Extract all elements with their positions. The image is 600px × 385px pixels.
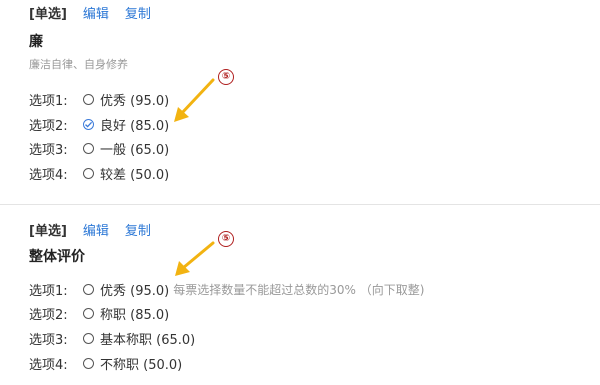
- option-row[interactable]: 选项4: 较差 (50.0): [29, 162, 169, 184]
- option-label: 选项4:: [29, 167, 68, 183]
- option-limit-hint: 每票选择数量不能超过总数的30% （向下取整): [173, 282, 425, 297]
- copy-link[interactable]: 复制: [125, 3, 151, 22]
- option-text: 一般 (65.0): [100, 142, 170, 158]
- option-text: 称职 (85.0): [100, 307, 170, 323]
- option-row[interactable]: 选项4: 不称职 (50.0): [29, 352, 182, 374]
- question-block-1: [单选] 编辑 复制 廉 廉洁自律、自身修养 选项1: 优秀 (95.0) 选项…: [0, 0, 600, 204]
- question-description: 廉洁自律、自身修养: [29, 58, 128, 71]
- option-label: 选项1:: [29, 283, 68, 299]
- option-row[interactable]: 选项1: 优秀 (95.0) 每票选择数量不能超过总数的30% （向下取整): [29, 278, 424, 300]
- radio-button[interactable]: [83, 142, 94, 154]
- radio-button[interactable]: [83, 357, 94, 369]
- edit-link[interactable]: 编辑: [83, 220, 109, 239]
- annotation-marker: ⑤: [218, 231, 234, 247]
- radio-button[interactable]: [83, 307, 94, 319]
- edit-link[interactable]: 编辑: [83, 3, 109, 22]
- option-text: 较差 (50.0): [100, 167, 170, 183]
- annotation-marker: ⑤: [218, 69, 234, 85]
- question-block-2: [单选] 编辑 复制 整体评价 选项1: 优秀 (95.0) 每票选择数量不能超…: [0, 205, 600, 385]
- option-text: 优秀 (95.0): [100, 93, 170, 109]
- option-label: 选项2:: [29, 307, 68, 323]
- radio-button[interactable]: [83, 283, 94, 295]
- radio-button[interactable]: [83, 332, 94, 344]
- option-text: 良好 (85.0): [100, 118, 170, 134]
- question-type-tag: [单选]: [29, 6, 67, 22]
- question-title: 廉: [29, 34, 43, 50]
- option-label: 选项4:: [29, 357, 68, 373]
- radio-button[interactable]: [83, 93, 94, 105]
- option-label: 选项2:: [29, 118, 68, 134]
- question-type-tag: [单选]: [29, 223, 67, 239]
- question-title: 整体评价: [29, 249, 85, 265]
- question-2-header: [单选] 编辑 复制: [29, 219, 167, 239]
- check-icon: [85, 121, 93, 128]
- option-row[interactable]: 选项2: 良好 (85.0): [29, 113, 169, 135]
- option-label: 选项1:: [29, 93, 68, 109]
- option-text: 基本称职 (65.0): [100, 332, 196, 348]
- radio-button[interactable]: [83, 167, 94, 179]
- option-text: 不称职 (50.0): [100, 357, 183, 373]
- option-row[interactable]: 选项2: 称职 (85.0): [29, 302, 169, 324]
- radio-button-checked[interactable]: [83, 118, 94, 130]
- option-row[interactable]: 选项3: 一般 (65.0): [29, 137, 169, 159]
- question-1-header: [单选] 编辑 复制: [29, 2, 167, 22]
- copy-link[interactable]: 复制: [125, 220, 151, 239]
- option-row[interactable]: 选项1: 优秀 (95.0): [29, 88, 169, 110]
- option-text: 优秀 (95.0): [100, 283, 170, 299]
- option-label: 选项3:: [29, 142, 68, 158]
- option-label: 选项3:: [29, 332, 68, 348]
- option-row[interactable]: 选项3: 基本称职 (65.0): [29, 327, 195, 349]
